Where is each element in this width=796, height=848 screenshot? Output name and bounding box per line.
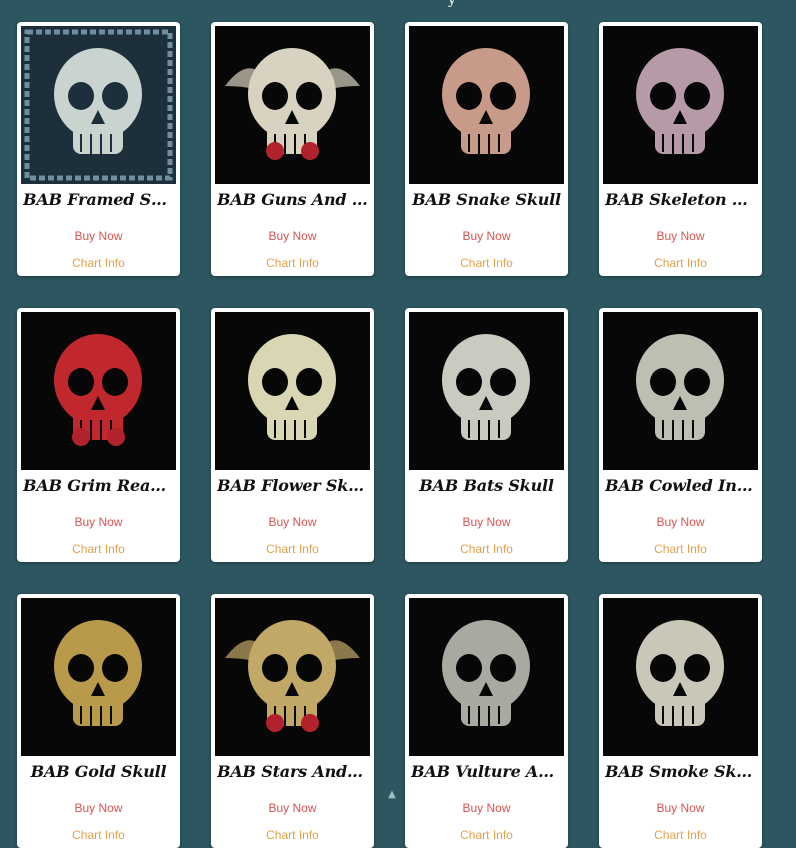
product-title[interactable]: BAB Flower Skull	[217, 476, 368, 495]
product-card[interactable]: BAB Grim Reaper Buy Now Chart Info	[17, 308, 180, 562]
product-image[interactable]	[603, 598, 758, 756]
product-image[interactable]	[215, 26, 370, 184]
chart-info-link[interactable]: Chart Info	[405, 828, 568, 842]
product-title[interactable]: BAB Smoke Skull	[605, 762, 756, 781]
buy-now-link[interactable]: Buy Now	[599, 801, 762, 815]
product-card[interactable]: BAB Smoke Skull Buy Now Chart Info	[599, 594, 762, 848]
product-title[interactable]: BAB Guns And R...	[217, 190, 368, 209]
chart-info-link[interactable]: Chart Info	[211, 542, 374, 556]
product-image[interactable]	[21, 312, 176, 470]
skull-artwork-icon	[215, 598, 370, 756]
buy-now-link[interactable]: Buy Now	[211, 515, 374, 529]
skull-artwork-icon	[21, 598, 176, 756]
product-title[interactable]: BAB Stars And R...	[217, 762, 368, 781]
skull-artwork-icon	[215, 312, 370, 470]
product-image[interactable]	[603, 26, 758, 184]
product-title[interactable]: BAB Snake Skull	[411, 190, 562, 209]
product-card[interactable]: BAB Flower Skull Buy Now Chart Info	[211, 308, 374, 562]
buy-now-link[interactable]: Buy Now	[405, 229, 568, 243]
product-image[interactable]	[409, 312, 564, 470]
product-card[interactable]: BAB Cowled In W... Buy Now Chart Info	[599, 308, 762, 562]
buy-now-link[interactable]: Buy Now	[211, 801, 374, 815]
product-card[interactable]: BAB Bats Skull Buy Now Chart Info	[405, 308, 568, 562]
chart-info-link[interactable]: Chart Info	[17, 542, 180, 556]
product-grid: BAB Framed Skull Buy Now Chart Info BAB Gun…	[0, 0, 796, 848]
skull-artwork-icon	[409, 598, 564, 756]
buy-now-link[interactable]: Buy Now	[405, 515, 568, 529]
product-title[interactable]: BAB Grim Reaper	[23, 476, 174, 495]
product-title[interactable]: BAB Framed Skull	[23, 190, 174, 209]
product-title[interactable]: BAB Cowled In W...	[605, 476, 756, 495]
skull-artwork-icon	[409, 26, 564, 184]
chart-info-link[interactable]: Chart Info	[17, 828, 180, 842]
product-card[interactable]: BAB Gold Skull Buy Now Chart Info	[17, 594, 180, 848]
skull-artwork-icon	[21, 312, 176, 470]
product-title[interactable]: BAB Vulture And ...	[411, 762, 562, 781]
product-card[interactable]: BAB Skeleton Fas... Buy Now Chart Info	[599, 22, 762, 276]
buy-now-link[interactable]: Buy Now	[17, 801, 180, 815]
product-image[interactable]	[215, 312, 370, 470]
chart-info-link[interactable]: Chart Info	[599, 256, 762, 270]
buy-now-link[interactable]: Buy Now	[211, 229, 374, 243]
scroll-up-icon[interactable]: ▲	[386, 790, 398, 800]
buy-now-link[interactable]: Buy Now	[17, 515, 180, 529]
product-card[interactable]: BAB Framed Skull Buy Now Chart Info	[17, 22, 180, 276]
product-title[interactable]: BAB Gold Skull	[23, 762, 174, 781]
chart-info-link[interactable]: Chart Info	[405, 256, 568, 270]
product-image[interactable]	[21, 26, 176, 184]
product-card[interactable]: BAB Snake Skull Buy Now Chart Info	[405, 22, 568, 276]
chart-info-link[interactable]: Chart Info	[211, 256, 374, 270]
chart-info-link[interactable]: Chart Info	[405, 542, 568, 556]
chart-info-link[interactable]: Chart Info	[17, 256, 180, 270]
skull-artwork-icon	[603, 26, 758, 184]
product-image[interactable]	[603, 312, 758, 470]
product-card[interactable]: BAB Vulture And ... Buy Now Chart Info	[405, 594, 568, 848]
skull-artwork-icon	[21, 26, 176, 184]
buy-now-link[interactable]: Buy Now	[405, 801, 568, 815]
buy-now-link[interactable]: Buy Now	[599, 229, 762, 243]
product-image[interactable]	[409, 598, 564, 756]
product-title[interactable]: BAB Bats Skull	[411, 476, 562, 495]
buy-now-link[interactable]: Buy Now	[599, 515, 762, 529]
skull-artwork-icon	[409, 312, 564, 470]
product-image[interactable]	[21, 598, 176, 756]
product-image[interactable]	[409, 26, 564, 184]
skull-artwork-icon	[603, 598, 758, 756]
chart-info-link[interactable]: Chart Info	[211, 828, 374, 842]
skull-artwork-icon	[603, 312, 758, 470]
skull-artwork-icon	[215, 26, 370, 184]
buy-now-link[interactable]: Buy Now	[17, 229, 180, 243]
chart-info-link[interactable]: Chart Info	[599, 828, 762, 842]
product-image[interactable]	[215, 598, 370, 756]
product-card[interactable]: BAB Stars And R... Buy Now Chart Info	[211, 594, 374, 848]
product-title[interactable]: BAB Skeleton Fas...	[605, 190, 756, 209]
chart-info-link[interactable]: Chart Info	[599, 542, 762, 556]
product-card[interactable]: BAB Guns And R... Buy Now Chart Info	[211, 22, 374, 276]
